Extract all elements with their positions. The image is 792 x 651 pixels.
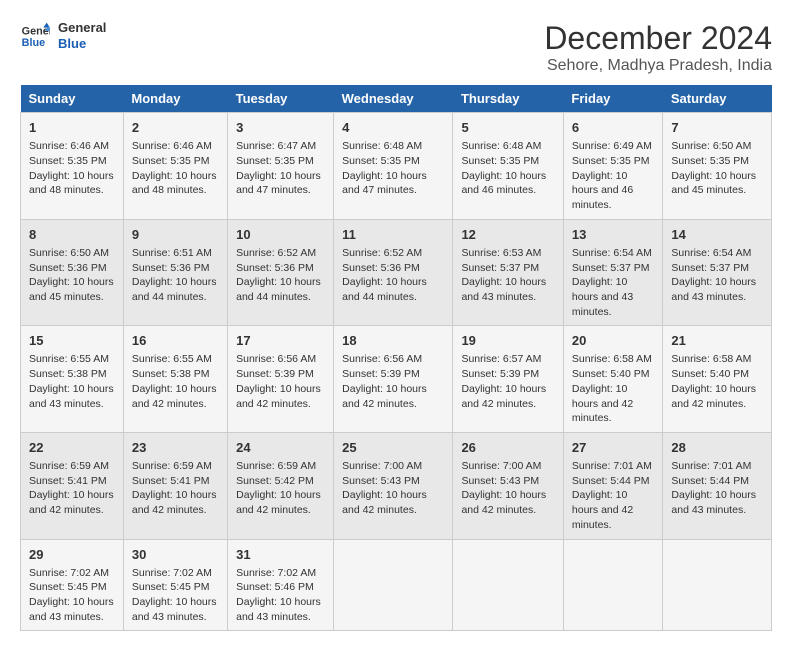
calendar-cell: 28Sunrise: 7:01 AMSunset: 5:44 PMDayligh… (663, 432, 772, 539)
week-row-5: 29Sunrise: 7:02 AMSunset: 5:45 PMDayligh… (21, 539, 772, 631)
calendar-cell: 20Sunrise: 6:58 AMSunset: 5:40 PMDayligh… (563, 326, 663, 433)
calendar-cell: 5Sunrise: 6:48 AMSunset: 5:35 PMDaylight… (453, 113, 563, 220)
header-friday: Friday (563, 85, 663, 113)
calendar-cell: 24Sunrise: 6:59 AMSunset: 5:42 PMDayligh… (228, 432, 334, 539)
day-number: 7 (671, 119, 763, 137)
header-saturday: Saturday (663, 85, 772, 113)
calendar-cell: 19Sunrise: 6:57 AMSunset: 5:39 PMDayligh… (453, 326, 563, 433)
day-number: 15 (29, 332, 115, 350)
logo-icon: General Blue (20, 21, 50, 51)
logo-general: General (58, 20, 106, 36)
calendar-subtitle: Sehore, Madhya Pradesh, India (544, 57, 772, 75)
calendar-cell: 17Sunrise: 6:56 AMSunset: 5:39 PMDayligh… (228, 326, 334, 433)
day-number: 13 (572, 226, 655, 244)
calendar-cell: 23Sunrise: 6:59 AMSunset: 5:41 PMDayligh… (123, 432, 227, 539)
calendar-cell: 3Sunrise: 6:47 AMSunset: 5:35 PMDaylight… (228, 113, 334, 220)
day-number: 10 (236, 226, 325, 244)
week-row-2: 8Sunrise: 6:50 AMSunset: 5:36 PMDaylight… (21, 219, 772, 326)
header-wednesday: Wednesday (334, 85, 453, 113)
day-number: 21 (671, 332, 763, 350)
page-container: General Blue General Blue December 2024 … (20, 20, 772, 631)
day-number: 2 (132, 119, 219, 137)
day-number: 20 (572, 332, 655, 350)
day-number: 31 (236, 546, 325, 564)
day-number: 3 (236, 119, 325, 137)
day-number: 23 (132, 439, 219, 457)
calendar-cell: 2Sunrise: 6:46 AMSunset: 5:35 PMDaylight… (123, 113, 227, 220)
calendar-cell: 30Sunrise: 7:02 AMSunset: 5:45 PMDayligh… (123, 539, 227, 631)
day-number: 19 (461, 332, 554, 350)
calendar-cell: 25Sunrise: 7:00 AMSunset: 5:43 PMDayligh… (334, 432, 453, 539)
logo-blue: Blue (58, 36, 106, 52)
logo: General Blue General Blue (20, 20, 106, 51)
calendar-cell: 31Sunrise: 7:02 AMSunset: 5:46 PMDayligh… (228, 539, 334, 631)
day-number: 8 (29, 226, 115, 244)
calendar-cell: 8Sunrise: 6:50 AMSunset: 5:36 PMDaylight… (21, 219, 124, 326)
calendar-table: SundayMondayTuesdayWednesdayThursdayFrid… (20, 85, 772, 631)
header-monday: Monday (123, 85, 227, 113)
calendar-header-row: SundayMondayTuesdayWednesdayThursdayFrid… (21, 85, 772, 113)
day-number: 1 (29, 119, 115, 137)
calendar-cell: 14Sunrise: 6:54 AMSunset: 5:37 PMDayligh… (663, 219, 772, 326)
calendar-cell: 22Sunrise: 6:59 AMSunset: 5:41 PMDayligh… (21, 432, 124, 539)
calendar-cell: 4Sunrise: 6:48 AMSunset: 5:35 PMDaylight… (334, 113, 453, 220)
day-number: 14 (671, 226, 763, 244)
day-number: 4 (342, 119, 444, 137)
calendar-cell: 13Sunrise: 6:54 AMSunset: 5:37 PMDayligh… (563, 219, 663, 326)
calendar-cell (334, 539, 453, 631)
day-number: 9 (132, 226, 219, 244)
calendar-cell: 21Sunrise: 6:58 AMSunset: 5:40 PMDayligh… (663, 326, 772, 433)
calendar-cell (563, 539, 663, 631)
day-number: 24 (236, 439, 325, 457)
day-number: 27 (572, 439, 655, 457)
calendar-cell: 16Sunrise: 6:55 AMSunset: 5:38 PMDayligh… (123, 326, 227, 433)
calendar-cell: 12Sunrise: 6:53 AMSunset: 5:37 PMDayligh… (453, 219, 563, 326)
day-number: 17 (236, 332, 325, 350)
header: General Blue General Blue December 2024 … (20, 20, 772, 75)
day-number: 22 (29, 439, 115, 457)
day-number: 30 (132, 546, 219, 564)
day-number: 29 (29, 546, 115, 564)
day-number: 6 (572, 119, 655, 137)
day-number: 26 (461, 439, 554, 457)
calendar-cell: 15Sunrise: 6:55 AMSunset: 5:38 PMDayligh… (21, 326, 124, 433)
day-number: 18 (342, 332, 444, 350)
calendar-cell: 29Sunrise: 7:02 AMSunset: 5:45 PMDayligh… (21, 539, 124, 631)
calendar-cell: 26Sunrise: 7:00 AMSunset: 5:43 PMDayligh… (453, 432, 563, 539)
calendar-title: December 2024 (544, 20, 772, 57)
calendar-cell: 18Sunrise: 6:56 AMSunset: 5:39 PMDayligh… (334, 326, 453, 433)
calendar-cell: 9Sunrise: 6:51 AMSunset: 5:36 PMDaylight… (123, 219, 227, 326)
week-row-1: 1Sunrise: 6:46 AMSunset: 5:35 PMDaylight… (21, 113, 772, 220)
header-tuesday: Tuesday (228, 85, 334, 113)
day-number: 25 (342, 439, 444, 457)
week-row-3: 15Sunrise: 6:55 AMSunset: 5:38 PMDayligh… (21, 326, 772, 433)
calendar-cell (663, 539, 772, 631)
calendar-cell: 11Sunrise: 6:52 AMSunset: 5:36 PMDayligh… (334, 219, 453, 326)
header-thursday: Thursday (453, 85, 563, 113)
calendar-cell (453, 539, 563, 631)
day-number: 11 (342, 226, 444, 244)
day-number: 12 (461, 226, 554, 244)
calendar-cell: 1Sunrise: 6:46 AMSunset: 5:35 PMDaylight… (21, 113, 124, 220)
calendar-cell: 10Sunrise: 6:52 AMSunset: 5:36 PMDayligh… (228, 219, 334, 326)
day-number: 28 (671, 439, 763, 457)
day-number: 5 (461, 119, 554, 137)
title-section: December 2024 Sehore, Madhya Pradesh, In… (544, 20, 772, 75)
day-number: 16 (132, 332, 219, 350)
calendar-cell: 6Sunrise: 6:49 AMSunset: 5:35 PMDaylight… (563, 113, 663, 220)
calendar-cell: 27Sunrise: 7:01 AMSunset: 5:44 PMDayligh… (563, 432, 663, 539)
header-sunday: Sunday (21, 85, 124, 113)
calendar-cell: 7Sunrise: 6:50 AMSunset: 5:35 PMDaylight… (663, 113, 772, 220)
svg-text:Blue: Blue (22, 37, 45, 49)
week-row-4: 22Sunrise: 6:59 AMSunset: 5:41 PMDayligh… (21, 432, 772, 539)
